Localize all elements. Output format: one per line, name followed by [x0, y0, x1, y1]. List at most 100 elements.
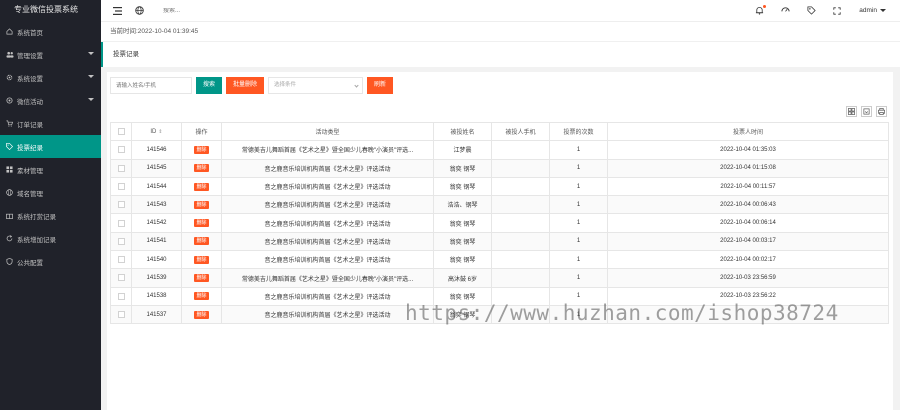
sidebar-item-0[interactable]: 系统首页 [0, 20, 101, 43]
sidebar-item-5[interactable]: 投票纪录 [0, 135, 101, 158]
condition-select[interactable]: 选择条件 [268, 77, 364, 94]
cell-count: 1 [549, 158, 608, 178]
cell-activity: 常德美吉儿舞蹈首届《艺术之星》暨全国少儿春晚"小演员"评选... [221, 140, 434, 160]
username: admin [859, 7, 877, 14]
cell-activity: 音之鹿音乐培训机构首届《艺术之星》评选活动 [221, 304, 434, 325]
row-select-cell [110, 304, 132, 325]
delete-button[interactable]: 删除 [194, 237, 209, 246]
menu-toggle-icon[interactable] [111, 5, 123, 17]
chevron-down-icon [88, 75, 94, 78]
columns-icon[interactable] [846, 106, 857, 117]
sidebar-item-4[interactable]: 订单记录 [0, 112, 101, 135]
delete-button[interactable]: 删除 [194, 292, 209, 301]
row-select-cell [110, 213, 132, 233]
table-row: 141539 删除 常德美吉儿舞蹈首届《艺术之星》暨全国少儿春晚"小演员"评选...… [110, 268, 889, 288]
row-checkbox[interactable] [117, 219, 125, 227]
sidebar-item-1[interactable]: 管理设置 [0, 43, 101, 66]
refresh-button[interactable]: 刷新 [367, 77, 394, 94]
row-checkbox[interactable] [117, 274, 125, 282]
delete-button[interactable]: 删除 [194, 164, 209, 173]
table-header-row: ID ⇕ 操作 活动类型 被投姓名 被投人手机 投票的次数 投票人时间 [110, 121, 889, 142]
tag-icon[interactable] [805, 5, 817, 17]
cell-action: 删除 [181, 268, 222, 288]
shield-icon [5, 257, 14, 266]
sidebar-item-9[interactable]: 系统增加记录 [0, 227, 101, 250]
row-checkbox[interactable] [117, 311, 125, 319]
delete-button[interactable]: 删除 [194, 145, 209, 154]
sidebar-item-2[interactable]: 系统设置 [0, 66, 101, 89]
bell-icon[interactable] [753, 4, 767, 17]
user-menu[interactable]: admin [859, 7, 886, 14]
table-row: 141540 删除 音之鹿音乐培训机构首届《艺术之星》评选活动 翁奕 钢琴 1 2022-… [110, 250, 889, 270]
header-phone: 被投人手机 [491, 121, 550, 142]
delete-button[interactable]: 删除 [194, 274, 209, 283]
row-select-cell [110, 250, 132, 270]
cell-phone [491, 195, 550, 215]
users-icon [5, 50, 14, 59]
header-select-all[interactable] [110, 121, 132, 142]
refresh-icon [5, 234, 14, 243]
select-all-checkbox[interactable] [117, 128, 125, 136]
cell-phone [491, 213, 550, 233]
sidebar-item-3[interactable]: 微信活动 [0, 89, 101, 112]
batch-delete-button[interactable]: 批量删除 [226, 77, 265, 94]
header-id[interactable]: ID ⇕ [131, 121, 182, 142]
cell-action: 删除 [181, 250, 222, 270]
name-phone-input[interactable] [110, 77, 192, 94]
globe-icon[interactable] [133, 5, 145, 17]
cell-phone [491, 250, 550, 270]
header-activity: 活动类型 [221, 121, 434, 142]
sidebar-item-label: 投票纪录 [17, 144, 43, 152]
sidebar-item-6[interactable]: 素材管理 [0, 158, 101, 181]
row-select-cell [110, 286, 132, 306]
sidebar-item-label: 微信活动 [17, 98, 43, 106]
row-checkbox[interactable] [117, 201, 125, 209]
table-row: 141542 删除 音之鹿音乐培训机构首届《艺术之星》评选活动 翁奕 钢琴 1 2022-… [110, 213, 889, 233]
delete-button[interactable]: 删除 [194, 255, 209, 264]
header-time: 投票人时间 [607, 121, 889, 142]
tab-vote-records[interactable]: 投票记录 [101, 42, 149, 67]
table-tools [842, 106, 887, 117]
cell-action: 删除 [181, 195, 222, 215]
row-select-cell [110, 195, 132, 215]
header-name: 被投姓名 [433, 121, 492, 142]
top-search-input[interactable] [163, 7, 243, 14]
cell-activity: 音之鹿音乐培训机构首届《艺术之星》评选活动 [221, 250, 434, 270]
sidebar-item-label: 订单记录 [17, 121, 43, 129]
row-checkbox[interactable] [117, 237, 125, 245]
theme-icon[interactable] [779, 5, 791, 17]
sidebar: 专业微信投票系统 系统首页 管理设置 系统设置 微信活动 订单记录 投票纪录 素材管理 域名管… [0, 0, 101, 410]
row-checkbox[interactable] [117, 146, 125, 154]
fullscreen-icon[interactable] [831, 5, 843, 17]
cell-activity: 音之鹿音乐培训机构首届《艺术之星》评选活动 [221, 158, 434, 178]
row-checkbox[interactable] [117, 292, 125, 300]
row-checkbox[interactable] [117, 183, 125, 190]
cell-name: 高沐鼓 6岁 [433, 268, 492, 288]
cell-id: 141546 [131, 140, 182, 160]
sidebar-item-label: 管理设置 [17, 52, 43, 60]
cell-count: 1 [549, 176, 608, 197]
row-checkbox[interactable] [117, 164, 125, 172]
cell-phone [491, 268, 550, 288]
sidebar-item-10[interactable]: 公共配置 [0, 250, 101, 273]
cell-time: 2022-10-04 00:06:43 [607, 195, 889, 215]
cell-id: 141538 [131, 286, 182, 306]
cell-action: 删除 [181, 213, 222, 233]
records-table: ID ⇕ 操作 活动类型 被投姓名 被投人手机 投票的次数 投票人时间 14154… [110, 121, 889, 325]
delete-button[interactable]: 删除 [194, 182, 209, 191]
row-checkbox[interactable] [117, 256, 125, 264]
search-button[interactable]: 搜索 [196, 77, 223, 94]
sidebar-item-7[interactable]: 域名管理 [0, 181, 101, 204]
topbar-right: admin [739, 4, 900, 17]
cell-id: 141545 [131, 158, 182, 178]
sidebar-item-8[interactable]: 系统打赏记录 [0, 204, 101, 227]
print-icon[interactable] [876, 106, 887, 117]
row-select-cell [110, 231, 132, 252]
sort-icon[interactable]: ⇕ [158, 129, 162, 135]
delete-button[interactable]: 删除 [194, 219, 209, 228]
export-icon[interactable] [861, 106, 872, 117]
delete-button[interactable]: 删除 [194, 200, 209, 209]
cell-name: 翁奕 钢琴 [433, 250, 492, 270]
filter-bar: 搜索 批量删除 选择条件 刷新 [110, 77, 394, 94]
delete-button[interactable]: 删除 [194, 310, 209, 319]
